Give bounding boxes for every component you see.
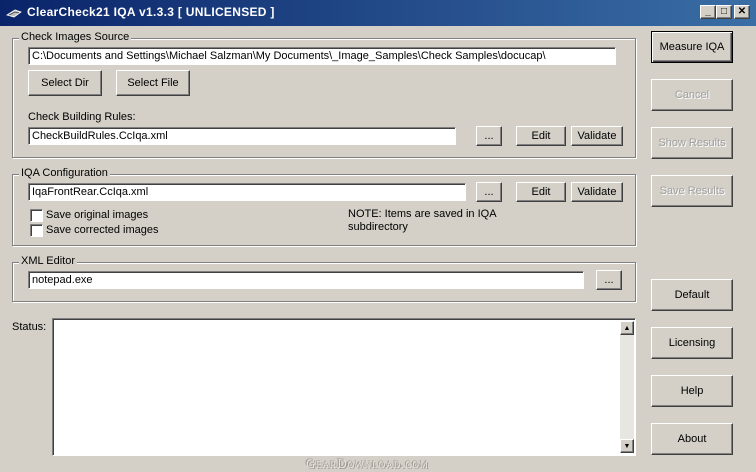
save-original-label[interactable]: Save original images xyxy=(46,209,148,221)
maximize-icon: □ xyxy=(720,6,728,17)
xml-editor-legend: XML Editor xyxy=(19,255,78,267)
app-icon xyxy=(6,9,22,18)
maximize-button[interactable]: □ xyxy=(716,5,732,19)
xml-editor-input[interactable]: notepad.exe xyxy=(28,271,584,289)
close-icon: ✕ xyxy=(737,6,747,17)
scroll-up-icon[interactable]: ▲ xyxy=(620,321,634,335)
title-bar[interactable]: ClearCheck21 IQA v1.3.3 [ UNLICENSED ] _… xyxy=(0,0,756,26)
check-images-path-input[interactable]: C:\Documents and Settings\Michael Salzma… xyxy=(28,47,616,65)
check-rules-validate-button[interactable]: Validate xyxy=(571,126,623,146)
check-building-rules-input[interactable]: CheckBuildRules.CcIqa.xml xyxy=(28,127,456,145)
about-button[interactable]: About xyxy=(651,423,733,455)
cancel-button[interactable]: Cancel xyxy=(651,79,733,111)
show-results-button[interactable]: Show Results xyxy=(651,127,733,159)
iqa-config-edit-button[interactable]: Edit xyxy=(516,182,566,202)
save-results-button[interactable]: Save Results xyxy=(651,175,733,207)
close-button[interactable]: ✕ xyxy=(734,5,750,19)
check-rules-edit-button[interactable]: Edit xyxy=(516,126,566,146)
status-scrollbar[interactable]: ▲ ▼ xyxy=(620,321,634,453)
iqa-config-legend: IQA Configuration xyxy=(19,167,110,179)
xml-editor-browse-button[interactable]: ... xyxy=(596,270,622,290)
status-textarea[interactable]: ▲ ▼ xyxy=(52,318,636,456)
minimize-icon: _ xyxy=(705,6,711,17)
licensing-button[interactable]: Licensing xyxy=(651,327,733,359)
save-original-checkbox[interactable] xyxy=(30,209,43,222)
help-button[interactable]: Help xyxy=(651,375,733,407)
minimize-button[interactable]: _ xyxy=(700,5,716,19)
iqa-config-input[interactable]: IqaFrontRear.CcIqa.xml xyxy=(28,183,466,201)
iqa-config-browse-button[interactable]: ... xyxy=(476,182,502,202)
save-corrected-checkbox[interactable] xyxy=(30,224,43,237)
iqa-config-validate-button[interactable]: Validate xyxy=(571,182,623,202)
select-file-button[interactable]: Select File xyxy=(116,70,190,96)
default-button[interactable]: Default xyxy=(651,279,733,311)
iqa-note-line2: subdirectory xyxy=(348,221,408,233)
save-corrected-label[interactable]: Save corrected images xyxy=(46,224,159,236)
measure-iqa-button[interactable]: Measure IQA xyxy=(651,31,733,63)
scroll-down-icon[interactable]: ▼ xyxy=(620,439,634,453)
status-label: Status: xyxy=(12,321,47,333)
check-images-legend: Check Images Source xyxy=(19,31,132,43)
watermark: GearDownload.com xyxy=(306,456,430,471)
check-rules-browse-button[interactable]: ... xyxy=(476,126,502,146)
select-dir-button[interactable]: Select Dir xyxy=(28,70,102,96)
window-title: ClearCheck21 IQA v1.3.3 [ UNLICENSED ] xyxy=(27,5,275,19)
check-building-rules-label: Check Building Rules: xyxy=(28,111,136,123)
iqa-note-line1: NOTE: Items are saved in IQA xyxy=(348,208,497,220)
